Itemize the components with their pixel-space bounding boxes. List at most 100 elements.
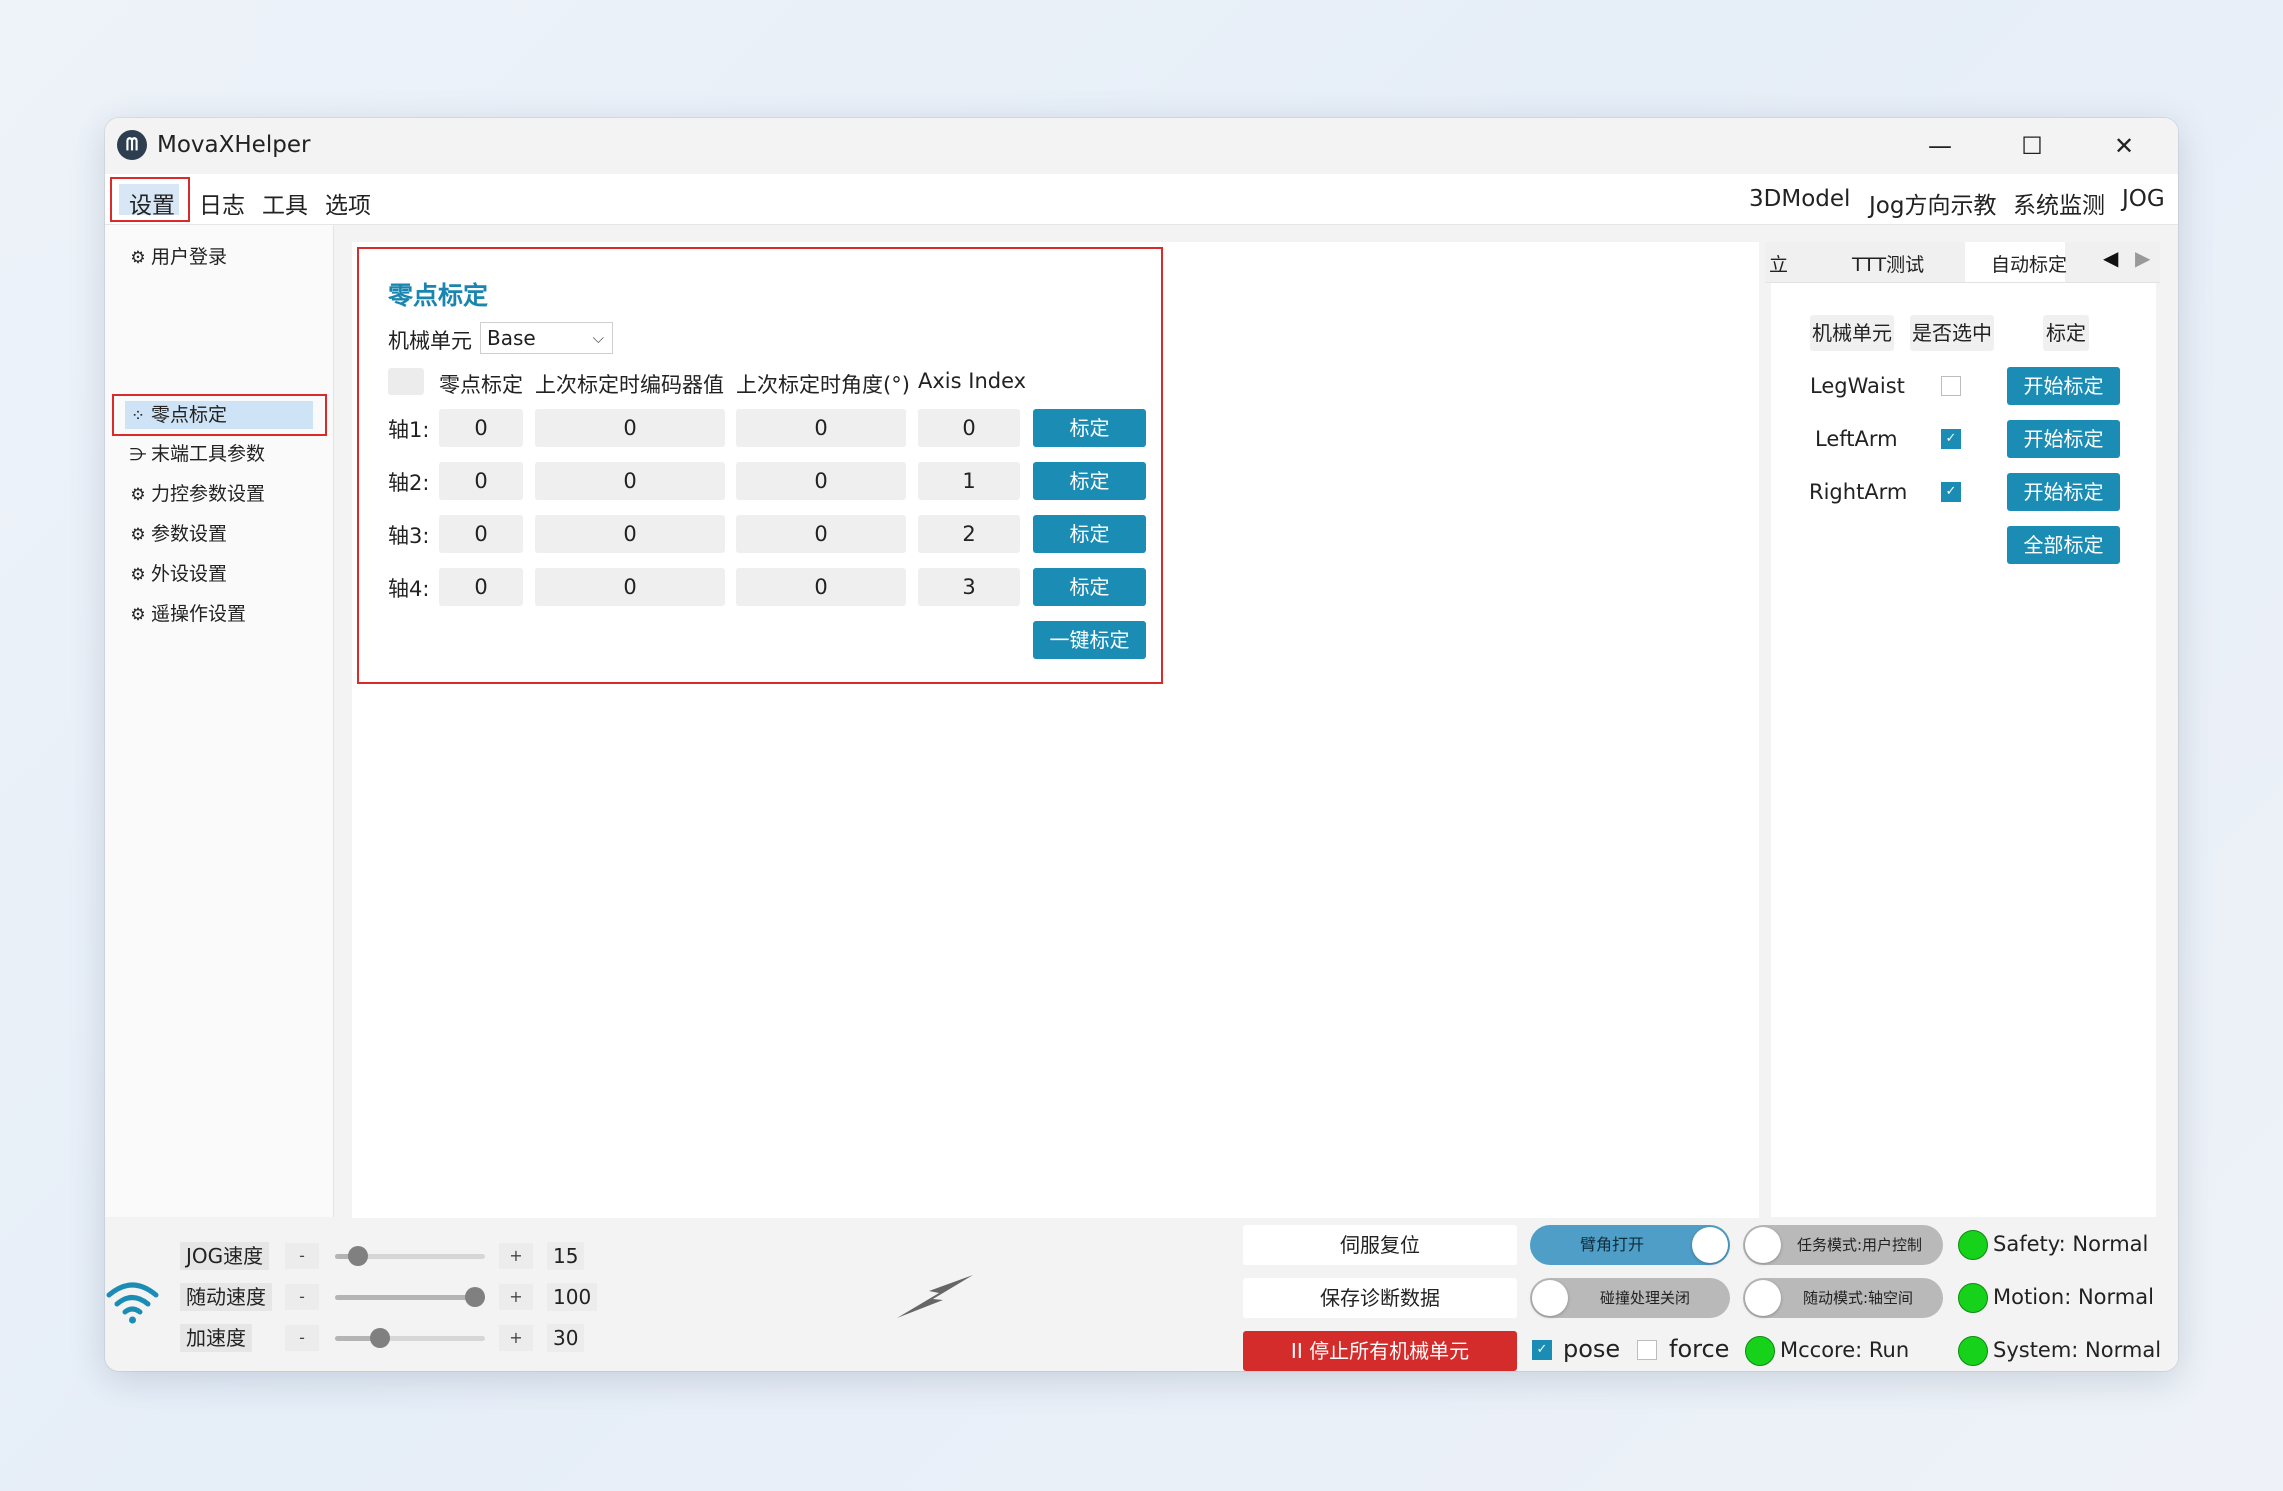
encoder-value-field[interactable]: 0 xyxy=(535,568,725,606)
col-header-zero: 零点标定 xyxy=(439,373,523,397)
gear-icon: ⚙ xyxy=(130,565,146,585)
wifi-icon xyxy=(105,1281,160,1326)
axis-index-field[interactable]: 2 xyxy=(918,515,1020,553)
zero-value-field[interactable]: 0 xyxy=(439,568,523,606)
zero-value-field[interactable]: 0 xyxy=(439,409,523,447)
sidebar-item-zero-calibration[interactable]: ⁘ 零点标定 xyxy=(127,398,227,432)
encoder-value-field[interactable]: 0 xyxy=(535,462,725,500)
jog-speed-slider[interactable] xyxy=(335,1243,485,1269)
right-tab-strip xyxy=(1765,242,2160,283)
speed-increase-button[interactable]: + xyxy=(499,1243,533,1269)
tab-partial[interactable]: 立 xyxy=(1769,250,1788,277)
speed-increase-button[interactable]: + xyxy=(499,1325,533,1351)
task-mode-toggle[interactable]: 任务模式:用户控制 xyxy=(1743,1225,1943,1265)
slider-thumb[interactable] xyxy=(348,1246,368,1266)
angle-value-field[interactable]: 0 xyxy=(736,409,906,447)
zero-value-field[interactable]: 0 xyxy=(439,515,523,553)
menu-3dmodel[interactable]: 3DModel xyxy=(1745,184,1854,214)
force-checkbox[interactable] xyxy=(1637,1340,1657,1360)
menu-system-monitor[interactable]: 系统监测 xyxy=(2009,184,2109,222)
maximize-icon[interactable]: ☐ xyxy=(1986,118,2078,174)
col-header-axis-index: Axis Index xyxy=(918,369,1027,393)
axis-index-field[interactable]: 1 xyxy=(918,462,1020,500)
menu-jog-teach[interactable]: Jog方向示教 xyxy=(1865,184,2000,222)
toggle-label: 随动模式:轴空间 xyxy=(1803,1289,1914,1307)
toggle-knob xyxy=(1692,1227,1728,1263)
select-checkbox[interactable]: ✓ xyxy=(1941,429,1961,449)
calibrate-button[interactable]: 标定 xyxy=(1033,462,1146,500)
sidebar-item-force-control[interactable]: ⚙ 力控参数设置 xyxy=(127,477,265,511)
follow-speed-slider[interactable] xyxy=(335,1284,485,1310)
zero-value-field[interactable]: 0 xyxy=(439,462,523,500)
gear-icon: ⚙ xyxy=(130,248,146,268)
arm-angle-toggle[interactable]: 臂角打开 xyxy=(1530,1225,1730,1265)
sidebar-item-label: 零点标定 xyxy=(151,404,228,426)
unit-name: RightArm xyxy=(1809,480,1908,504)
safety-status: Safety: Normal xyxy=(1993,1232,2149,1256)
speed-increase-button[interactable]: + xyxy=(499,1284,533,1310)
tab-ttt-test[interactable]: TTT测试 xyxy=(1852,250,1924,277)
select-checkbox[interactable]: ✓ xyxy=(1941,482,1961,502)
calibrate-all-button[interactable]: 全部标定 xyxy=(2007,526,2120,564)
start-calibrate-button[interactable]: 开始标定 xyxy=(2007,473,2120,511)
encoder-value-field[interactable]: 0 xyxy=(535,515,725,553)
close-icon[interactable]: ✕ xyxy=(2078,118,2170,174)
unit-select[interactable]: Base ⌵ xyxy=(480,322,613,354)
save-diagnostics-button[interactable]: 保存诊断数据 xyxy=(1243,1278,1517,1318)
calibrate-button[interactable]: 标定 xyxy=(1033,515,1146,553)
menu-tools[interactable]: 工具 xyxy=(258,184,312,222)
sidebar xyxy=(105,225,334,1217)
speed-decrease-button[interactable]: - xyxy=(285,1325,319,1351)
slider-thumb[interactable] xyxy=(465,1287,485,1307)
axis-label: 轴2: xyxy=(388,471,430,495)
pose-checkbox[interactable]: ✓ xyxy=(1532,1340,1552,1360)
toggle-knob xyxy=(1532,1280,1568,1316)
calibrate-button[interactable]: 标定 xyxy=(1033,409,1146,447)
mccore-status-dot xyxy=(1745,1336,1775,1366)
angle-value-field[interactable]: 0 xyxy=(736,515,906,553)
angle-value-field[interactable]: 0 xyxy=(736,462,906,500)
motion-status: Motion: Normal xyxy=(1993,1285,2154,1309)
header-checkbox[interactable] xyxy=(388,368,424,395)
select-checkbox[interactable] xyxy=(1941,376,1961,396)
encoder-value-field[interactable]: 0 xyxy=(535,409,725,447)
speed-label: 随动速度 xyxy=(180,1283,272,1311)
sidebar-item-label: 末端工具参数 xyxy=(151,443,266,465)
sidebar-item-teleoperation[interactable]: ⚙ 遥操作设置 xyxy=(127,597,246,631)
axis-label: 轴3: xyxy=(388,524,430,548)
servo-reset-button[interactable]: 伺服复位 xyxy=(1243,1225,1517,1265)
calibration-title: 零点标定 xyxy=(388,281,489,310)
sidebar-item-end-tool[interactable]: ⋺ 末端工具参数 xyxy=(127,437,266,471)
minimize-icon[interactable]: — xyxy=(1894,118,1986,174)
acceleration-slider[interactable] xyxy=(335,1325,485,1351)
speed-decrease-button[interactable]: - xyxy=(285,1243,319,1269)
sidebar-item-label: 遥操作设置 xyxy=(151,603,247,625)
window-title: MovaXHelper xyxy=(157,132,311,158)
follow-mode-toggle[interactable]: 随动模式:轴空间 xyxy=(1743,1278,1943,1318)
calibrate-button[interactable]: 标定 xyxy=(1033,568,1146,606)
axis-index-field[interactable]: 0 xyxy=(918,409,1020,447)
pause-icon: II xyxy=(1290,1339,1303,1363)
collision-toggle[interactable]: 碰撞处理关闭 xyxy=(1530,1278,1730,1318)
menu-settings[interactable]: 设置 xyxy=(125,184,179,222)
one-key-calibrate-button[interactable]: 一键标定 xyxy=(1033,621,1146,659)
tab-auto-calibration[interactable]: 自动标定 xyxy=(1991,250,2067,277)
axis-index-field[interactable]: 3 xyxy=(918,568,1020,606)
speed-decrease-button[interactable]: - xyxy=(285,1284,319,1310)
col-header-encoder: 上次标定时编码器值 xyxy=(535,373,724,397)
tab-scroll-right-icon[interactable]: ▶ xyxy=(2135,246,2150,270)
tab-scroll-left-icon[interactable]: ◀ xyxy=(2103,246,2118,270)
menu-log[interactable]: 日志 xyxy=(195,184,249,222)
angle-value-field[interactable]: 0 xyxy=(736,568,906,606)
col-header-selected: 是否选中 xyxy=(1910,315,1994,351)
stop-all-units-button[interactable]: II 停止所有机械单元 xyxy=(1243,1331,1517,1371)
menu-options[interactable]: 选项 xyxy=(321,184,375,222)
sidebar-item-params[interactable]: ⚙ 参数设置 xyxy=(127,517,227,551)
sidebar-item-peripherals[interactable]: ⚙ 外设设置 xyxy=(127,557,227,591)
start-calibrate-button[interactable]: 开始标定 xyxy=(2007,420,2120,458)
slider-thumb[interactable] xyxy=(370,1328,390,1348)
menu-jog[interactable]: JOG xyxy=(2118,184,2169,214)
start-calibrate-button[interactable]: 开始标定 xyxy=(2007,367,2120,405)
sidebar-item-user-login[interactable]: ⚙ 用户登录 xyxy=(127,240,227,274)
app-logo-icon: ᗰ xyxy=(117,130,147,160)
